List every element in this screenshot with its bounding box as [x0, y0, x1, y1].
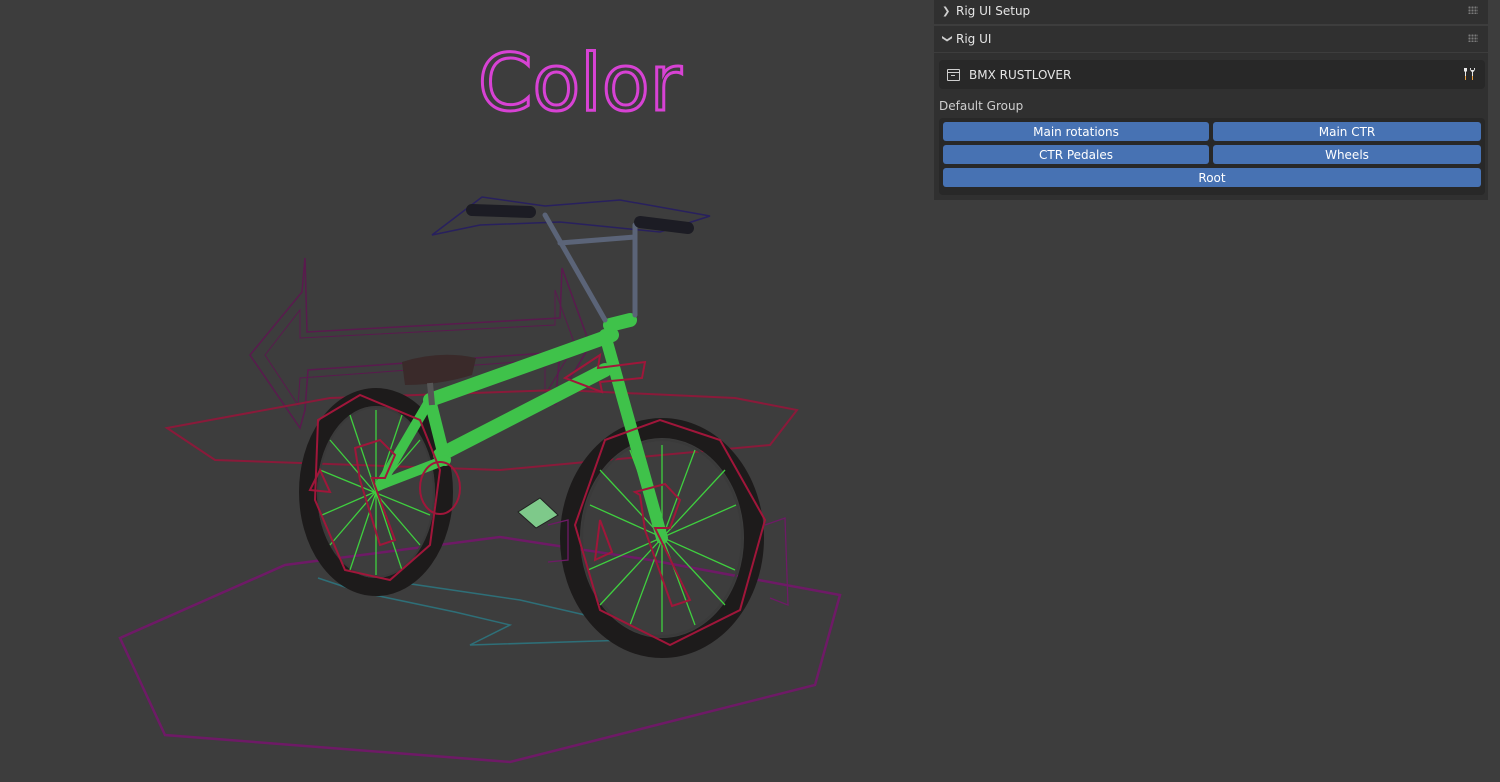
root-button[interactable]: Root — [943, 168, 1481, 187]
main-rotation-arrow-inner — [264, 289, 576, 407]
ctr-pedales-button[interactable]: CTR Pedales — [943, 145, 1209, 164]
main-rotations-button[interactable]: Main rotations — [943, 122, 1209, 141]
chevron-right-icon: ❯ — [942, 5, 951, 17]
rig-name: BMX RUSTLOVER — [969, 67, 1072, 82]
panel-header-rig-ui[interactable]: ❯ Rig UI — [934, 26, 1488, 52]
wheels-button[interactable]: Wheels — [1213, 145, 1481, 164]
rig-ui-panel-body: BMX RUSTLOVER Default Group Main rotatio… — [934, 53, 1488, 200]
panel-title: Rig UI Setup — [956, 4, 1031, 18]
rig-name-row: BMX RUSTLOVER — [939, 60, 1485, 89]
panel-header-rig-ui-setup[interactable]: ❯ Rig UI Setup — [934, 0, 1488, 24]
drag-grip-icon[interactable] — [1468, 34, 1478, 42]
group-label: Default Group — [939, 99, 1024, 113]
archive-icon — [946, 68, 960, 81]
root-control-shape[interactable] — [118, 535, 842, 764]
main-ctr-button[interactable]: Main CTR — [1213, 122, 1481, 141]
n-panel-sidebar: ❯ Rig UI Setup ❯ Rig UI BMX RUSTLOVER De… — [930, 0, 1492, 205]
panel-title: Rig UI — [956, 32, 992, 46]
seat-post — [427, 382, 435, 406]
tools-icon[interactable] — [1461, 66, 1477, 82]
overlay-text-color: Color — [478, 39, 683, 129]
chevron-down-icon: ❯ — [941, 34, 953, 43]
front-side-control[interactable] — [764, 517, 789, 606]
button-group: Main rotations Main CTR CTR Pedales Whee… — [939, 118, 1485, 195]
drag-grip-icon[interactable] — [1468, 6, 1478, 14]
grips — [466, 204, 694, 234]
handlebar — [542, 212, 638, 323]
